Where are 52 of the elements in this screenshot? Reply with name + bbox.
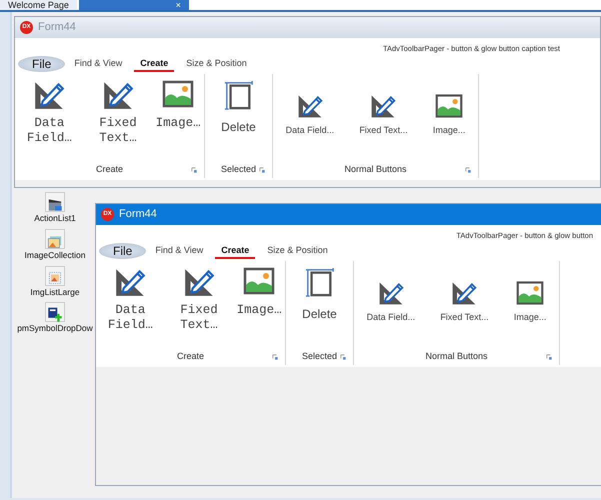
ribbon-button[interactable]: Image…	[156, 78, 201, 131]
delete-button[interactable]: Delete	[302, 265, 337, 323]
ribbon-tab[interactable]: Find & View	[68, 56, 128, 72]
file-button[interactable]: File	[18, 56, 66, 72]
menu-plus-icon[interactable]	[45, 302, 65, 322]
component-label: pmSymbolDropDow	[17, 322, 93, 335]
ribbon-tab[interactable]: Create	[215, 244, 256, 258]
component-label: ImageCollection	[24, 248, 86, 262]
rectangle-icon	[224, 78, 254, 112]
group-label: Normal Buttons	[425, 350, 488, 364]
ribbon-button[interactable]: Fixed Text...	[359, 92, 408, 138]
dialog-launcher-icon	[546, 354, 553, 361]
images-icon[interactable]	[44, 228, 65, 249]
ribbon-button[interactable]: Data Field…	[99, 265, 162, 333]
dialog-launcher-icon	[465, 167, 472, 174]
window-title: Form44	[38, 20, 76, 36]
ribbon-button[interactable]: Fixed Text…	[86, 78, 149, 146]
ribbon-button[interactable]: Data Field...	[286, 92, 334, 138]
image-list-icon[interactable]	[44, 266, 65, 286]
editor-tab[interactable]: ×	[78, 0, 189, 10]
group-label: Normal Buttons	[344, 163, 407, 176]
ribbon-button[interactable]: Data Field...	[366, 279, 416, 324]
image-icon	[516, 279, 544, 307]
component-label: ActionList1	[34, 212, 76, 225]
rectangle-icon	[304, 265, 334, 299]
file-button[interactable]: File	[99, 243, 146, 259]
ribbon-button[interactable]: Image...	[432, 92, 466, 138]
dialog-launcher-icon	[340, 354, 347, 361]
group-label: Selected	[220, 163, 256, 176]
editor-tab[interactable]: Welcome Page	[0, 0, 77, 10]
group-label: Create	[96, 163, 123, 176]
dialog-launcher-icon	[191, 167, 198, 174]
image-icon	[435, 92, 464, 120]
ribbon-button[interactable]: Image…	[236, 265, 282, 318]
ribbon-button[interactable]: Data Field…	[18, 78, 80, 146]
clapperboard-icon[interactable]	[45, 192, 65, 212]
ribbon-tab[interactable]: Size & Position	[180, 56, 253, 72]
ribbon-tab[interactable]: Create	[134, 56, 174, 72]
image-icon	[243, 265, 276, 297]
dialog-launcher-icon	[259, 167, 266, 174]
image-icon	[162, 78, 194, 110]
window-title: Form44	[119, 207, 157, 222]
ribbon-button[interactable]: Image...	[514, 279, 546, 324]
group-label: Selected	[302, 350, 338, 364]
dialog-launcher-icon	[272, 354, 279, 361]
ribbon-tab[interactable]: Find & View	[149, 244, 210, 258]
ribbon-button[interactable]: Fixed Text...	[440, 279, 489, 324]
group-label: Create	[176, 350, 204, 364]
ribbon-button[interactable]: Fixed Text…	[168, 265, 230, 333]
delete-button[interactable]: Delete	[221, 78, 256, 136]
ribbon-tab[interactable]: Size & Position	[261, 244, 334, 258]
component-label: ImgListLarge	[30, 286, 80, 298]
